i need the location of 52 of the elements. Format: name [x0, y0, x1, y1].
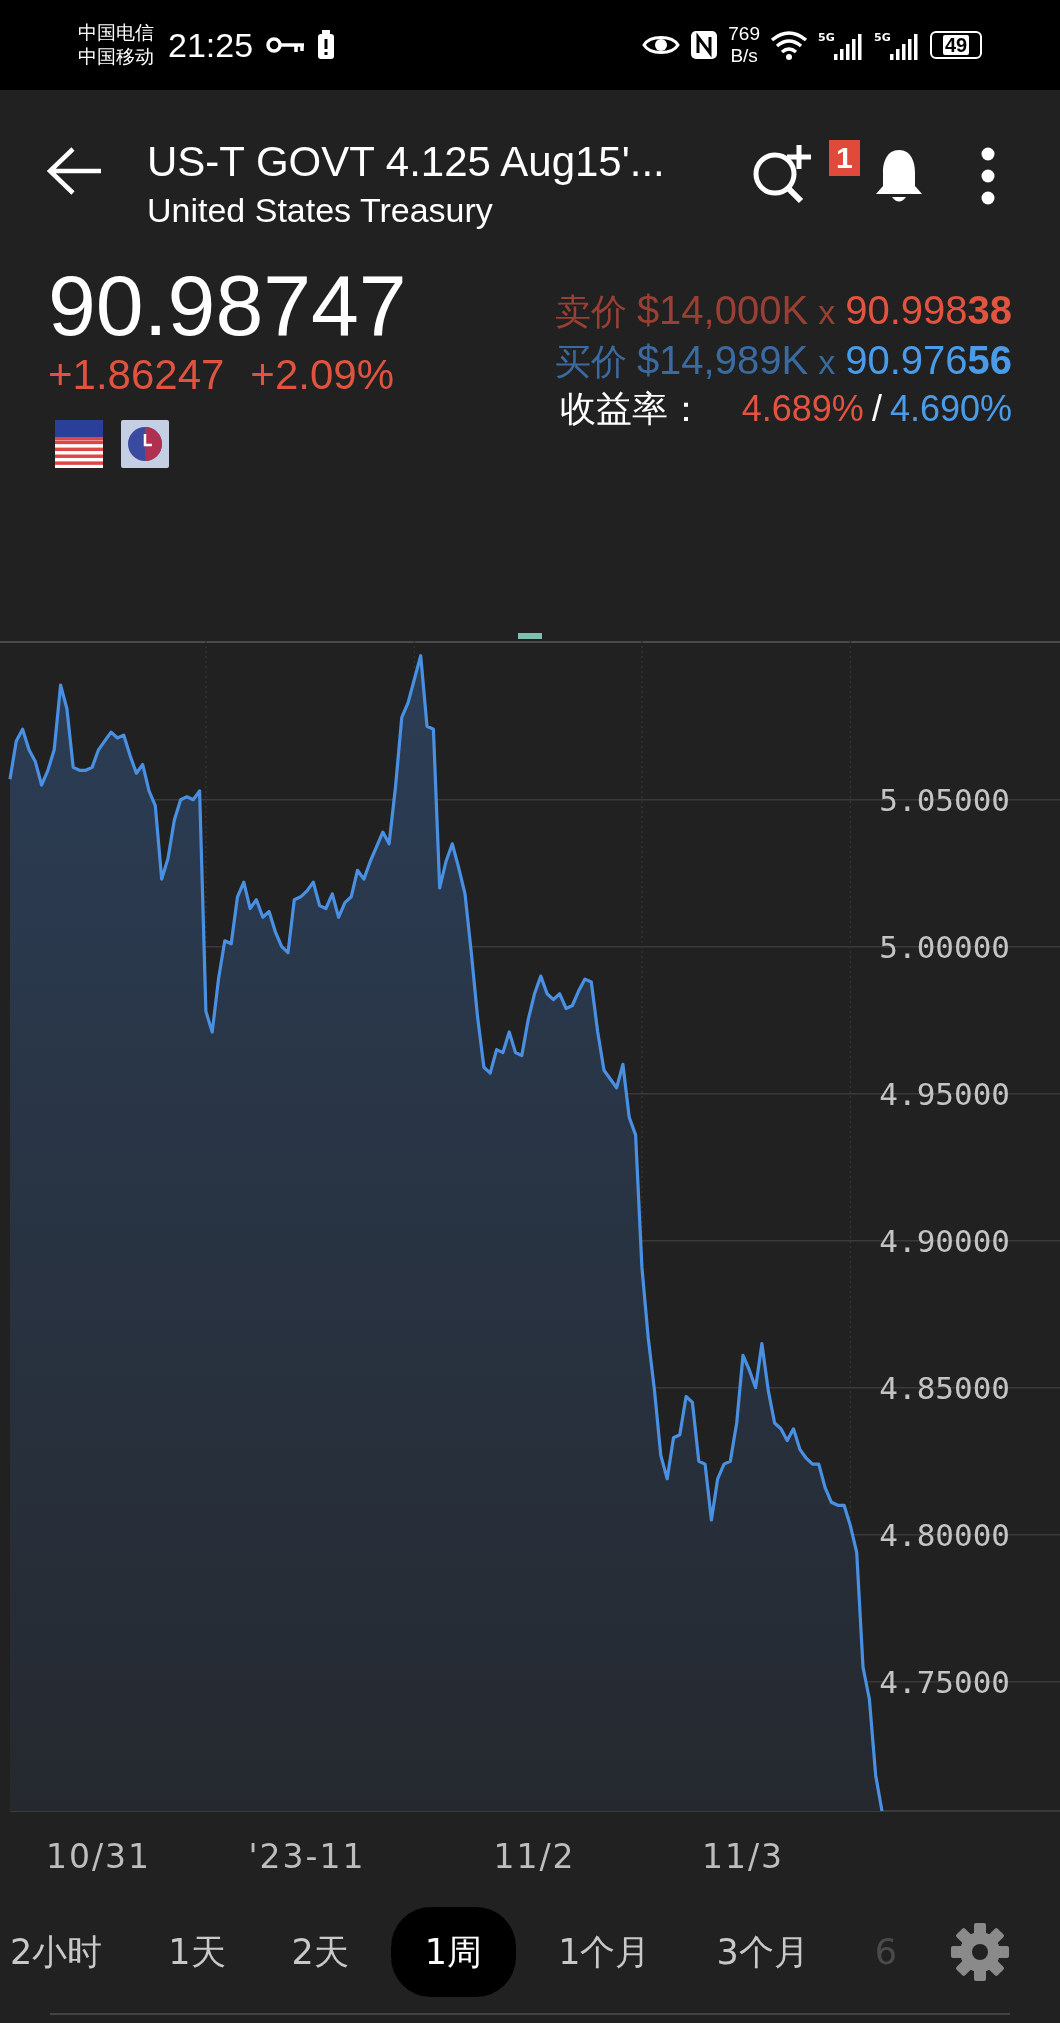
- period-tab[interactable]: 2小时: [0, 1907, 127, 1997]
- axis-label: 4.95000: [879, 1075, 1010, 1112]
- more-icon: [980, 146, 996, 206]
- axis-label: 11/2: [493, 1837, 576, 1876]
- ask-price: 90.99838: [845, 287, 1012, 334]
- bid-label: 买价: [554, 340, 627, 384]
- bond-title: US-T GOVT 4.125 Aug15'...: [147, 138, 666, 186]
- more-button[interactable]: [980, 146, 996, 206]
- wifi-icon: [770, 30, 808, 60]
- percent-change: +2.09%: [250, 350, 394, 400]
- bid-price: 90.97656: [845, 337, 1012, 384]
- period-tab[interactable]: 2天: [267, 1907, 373, 1997]
- network-speed: 769: [728, 23, 760, 45]
- clock-icon: [121, 420, 169, 468]
- axis-label: 4.75000: [879, 1663, 1010, 1700]
- ask-yield: 4.689%: [741, 387, 864, 431]
- notification-badge: 1: [829, 140, 860, 176]
- carrier-name: 中国电信: [78, 21, 154, 45]
- axis-label: 4.85000: [879, 1369, 1010, 1406]
- carrier-name: 中国移动: [78, 45, 154, 69]
- speed-unit: B/s: [730, 45, 758, 67]
- settings-icon: [950, 1922, 1010, 1982]
- period-tab[interactable]: 1个月: [534, 1907, 675, 1997]
- axis-label: 10/31: [45, 1837, 151, 1876]
- price-change: +1.86247: [48, 350, 225, 400]
- battery-icon: 49: [930, 31, 982, 59]
- ask-size: $14,000K: [636, 287, 809, 334]
- drag-handle[interactable]: [518, 633, 542, 639]
- axis-label: 5.05000: [879, 781, 1010, 818]
- axis-label: '23-11: [248, 1837, 366, 1876]
- bid-yield: 4.690%: [889, 387, 1012, 431]
- issuer-name: United States Treasury: [147, 190, 494, 231]
- axis-label: 4.90000: [879, 1222, 1010, 1259]
- times-sign: x: [818, 342, 836, 383]
- bid-size: $14,989K: [636, 337, 809, 384]
- nfc-icon: [690, 30, 719, 60]
- flag-icon: [55, 420, 103, 468]
- key-icon: [265, 34, 306, 56]
- axis-label: 11/3: [701, 1837, 785, 1876]
- yield-separator: /: [871, 387, 882, 431]
- period-tab[interactable]: 1周: [390, 1907, 517, 1997]
- times-sign: x: [818, 292, 836, 333]
- period-tab[interactable]: 3个月: [692, 1907, 833, 1997]
- ask-label: 卖价: [554, 290, 627, 334]
- last-price: 90.98747: [48, 260, 407, 350]
- battery-alert-icon: [317, 30, 336, 60]
- yield-label: 收益率：: [559, 387, 704, 431]
- period-tab[interactable]: 1天: [144, 1907, 250, 1997]
- settings-button[interactable]: [950, 1922, 1010, 1982]
- axis-label: 4.80000: [879, 1516, 1010, 1553]
- axis-label: 5.00000: [879, 928, 1010, 965]
- status-time: 21:25: [168, 25, 254, 65]
